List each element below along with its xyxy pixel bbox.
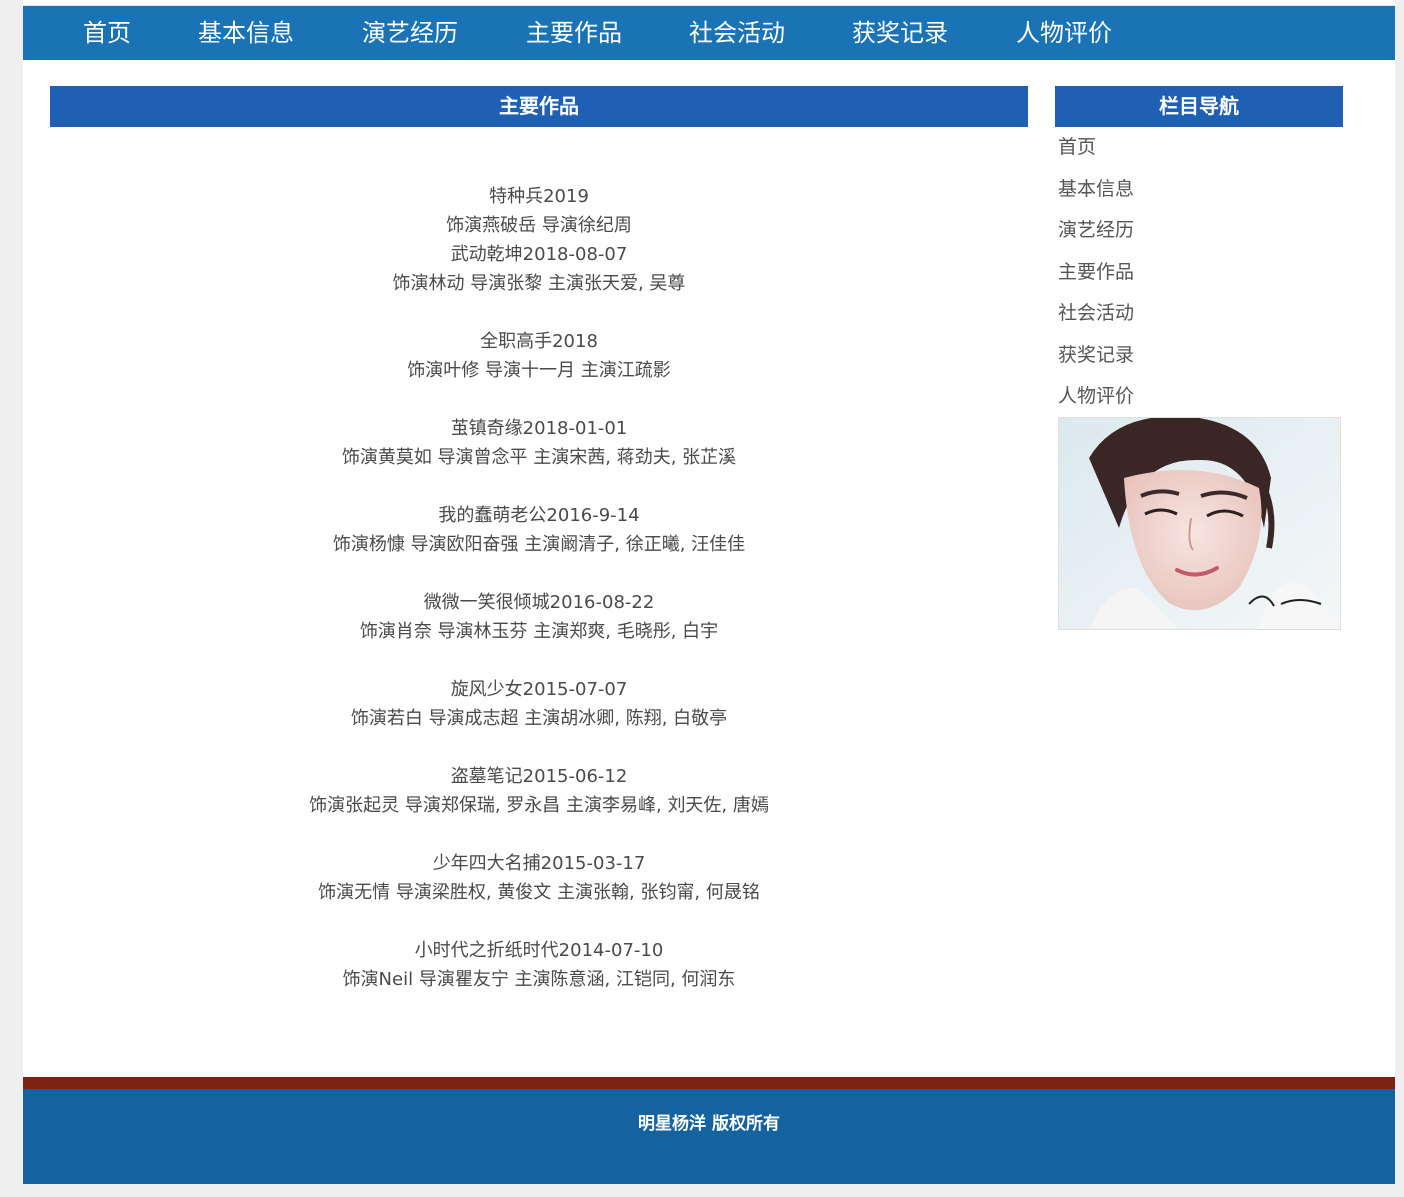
work-detail: 饰演肖奈 导演林玉芬 主演郑爽, 毛晓彤, 白宇 <box>359 621 719 642</box>
nav-item-career[interactable]: 演艺经历 <box>362 6 458 60</box>
work-line: 饰演燕破岳 导演徐纪周 <box>446 215 632 236</box>
top-navbar: 首页 基本信息 演艺经历 主要作品 社会活动 获奖记录 人物评价 <box>23 6 1395 60</box>
work-entry: 微微一笑很倾城2016-08-22 饰演肖奈 导演林玉芬 主演郑爽, 毛晓彤, … <box>50 588 1028 646</box>
main-section-title: 主要作品 <box>50 86 1028 127</box>
nav-item-awards[interactable]: 获奖记录 <box>852 6 948 60</box>
bottom-margin <box>23 1184 1395 1197</box>
work-entry: 旋风少女2015-07-07 饰演若白 导演成志超 主演胡冰卿, 陈翔, 白敬亭 <box>50 675 1028 733</box>
work-title: 旋风少女2015-07-07 <box>450 679 628 700</box>
portrait-image <box>1058 417 1341 630</box>
nav-item-works[interactable]: 主要作品 <box>526 6 622 60</box>
sidebar-nav: 首页 基本信息 演艺经历 主要作品 社会活动 获奖记录 人物评价 <box>1058 128 1346 419</box>
work-detail: 饰演Neil 导演瞿友宁 主演陈意涵, 江铠同, 何润东 <box>342 969 736 990</box>
work-detail: 饰演黄莫如 导演曾念平 主演宋茜, 蒋劲夫, 张芷溪 <box>341 447 737 468</box>
sidebar-title: 栏目导航 <box>1055 86 1343 127</box>
sidebar-item-career[interactable]: 演艺经历 <box>1058 211 1346 253</box>
work-entry: 茧镇奇缘2018-01-01 饰演黄莫如 导演曾念平 主演宋茜, 蒋劲夫, 张芷… <box>50 414 1028 472</box>
work-line: 特种兵2019 <box>489 186 589 207</box>
sidebar-item-home[interactable]: 首页 <box>1058 128 1346 170</box>
work-line: 武动乾坤2018-08-07 <box>450 244 628 265</box>
work-detail: 饰演叶修 导演十一月 主演江疏影 <box>407 360 671 381</box>
portrait-illustration <box>1059 418 1340 629</box>
work-detail: 饰演无情 导演梁胜权, 黄俊文 主演张翰, 张钧甯, 何晟铭 <box>318 882 760 903</box>
work-title: 微微一笑很倾城2016-08-22 <box>423 592 655 613</box>
work-title: 全职高手2018 <box>480 331 598 352</box>
nav-item-reviews[interactable]: 人物评价 <box>1016 6 1112 60</box>
sidebar-item-basic-info[interactable]: 基本信息 <box>1058 170 1346 212</box>
nav-item-home[interactable]: 首页 <box>83 6 131 60</box>
page: 首页 基本信息 演艺经历 主要作品 社会活动 获奖记录 人物评价 主要作品 特种… <box>23 0 1395 1197</box>
work-entry: 盗墓笔记2015-06-12 饰演张起灵 导演郑保瑞, 罗永昌 主演李易峰, 刘… <box>50 762 1028 820</box>
work-title: 茧镇奇缘2018-01-01 <box>450 418 628 439</box>
work-detail: 饰演杨慷 导演欧阳奋强 主演阚清子, 徐正曦, 汪佳佳 <box>332 534 746 555</box>
work-line: 饰演林动 导演张黎 主演张天爱, 吴尊 <box>392 273 686 294</box>
work-detail: 饰演张起灵 导演郑保瑞, 罗永昌 主演李易峰, 刘天佐, 唐嫣 <box>309 795 769 816</box>
sidebar-item-activities[interactable]: 社会活动 <box>1058 294 1346 336</box>
work-title: 小时代之折纸时代2014-07-10 <box>414 940 664 961</box>
copyright-text: 明星杨洋 版权所有 <box>638 1114 780 1134</box>
sidebar-item-works[interactable]: 主要作品 <box>1058 253 1346 295</box>
work-title: 少年四大名捕2015-03-17 <box>432 853 646 874</box>
nav-item-basic-info[interactable]: 基本信息 <box>198 6 294 60</box>
works-list: 特种兵2019 饰演燕破岳 导演徐纪周 武动乾坤2018-08-07 饰演林动 … <box>50 182 1028 1023</box>
work-title: 盗墓笔记2015-06-12 <box>450 766 628 787</box>
work-detail: 饰演若白 导演成志超 主演胡冰卿, 陈翔, 白敬亭 <box>350 708 728 729</box>
work-entry: 小时代之折纸时代2014-07-10 饰演Neil 导演瞿友宁 主演陈意涵, 江… <box>50 936 1028 994</box>
footer: 明星杨洋 版权所有 <box>23 1089 1395 1184</box>
work-entry: 特种兵2019 饰演燕破岳 导演徐纪周 武动乾坤2018-08-07 饰演林动 … <box>50 182 1028 298</box>
work-entry: 少年四大名捕2015-03-17 饰演无情 导演梁胜权, 黄俊文 主演张翰, 张… <box>50 849 1028 907</box>
work-title: 我的蠢萌老公2016-9-14 <box>438 505 640 526</box>
footer-accent-strip <box>23 1077 1395 1089</box>
work-entry: 我的蠢萌老公2016-9-14 饰演杨慷 导演欧阳奋强 主演阚清子, 徐正曦, … <box>50 501 1028 559</box>
nav-item-activities[interactable]: 社会活动 <box>689 6 785 60</box>
sidebar-item-awards[interactable]: 获奖记录 <box>1058 336 1346 378</box>
sidebar-item-reviews[interactable]: 人物评价 <box>1058 377 1346 419</box>
work-entry: 全职高手2018 饰演叶修 导演十一月 主演江疏影 <box>50 327 1028 385</box>
